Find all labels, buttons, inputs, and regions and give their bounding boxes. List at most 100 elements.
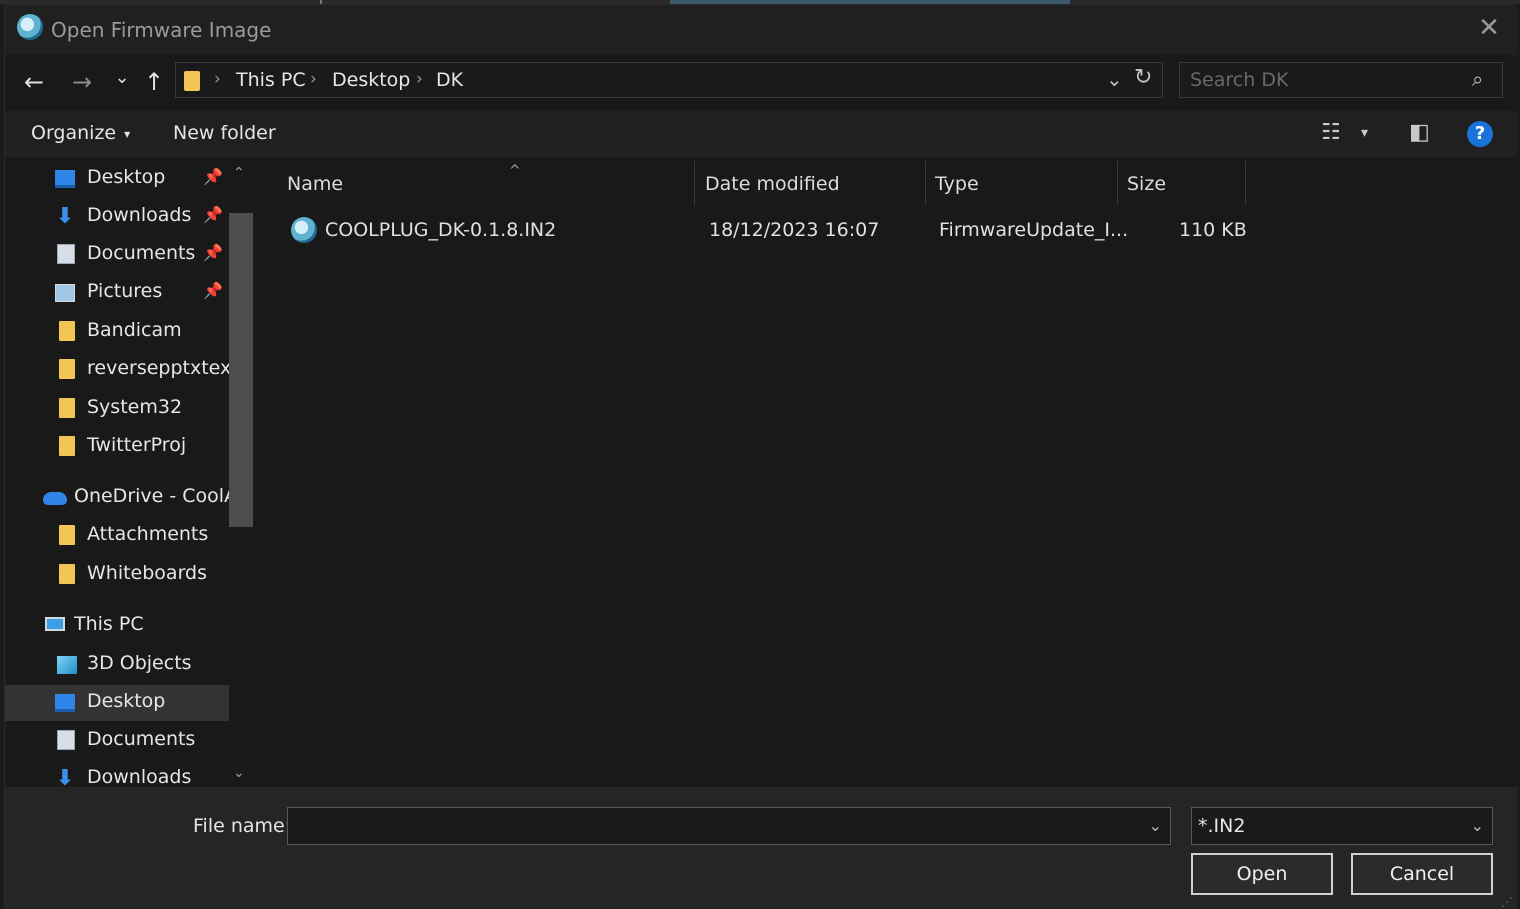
sidebar-item-label: Attachments — [87, 523, 209, 545]
folder-icon — [59, 359, 75, 379]
folder-icon — [59, 564, 75, 584]
file-name-combobox[interactable]: ⌄ — [287, 807, 1171, 845]
sidebar-item-label: This PC — [74, 613, 144, 635]
file-list: Name ^ Date modified Type Size COOLPLUG_… — [257, 157, 1517, 787]
breadcrumb-separator: › — [416, 69, 423, 89]
sidebar-item-whiteboards[interactable]: Whiteboards — [5, 557, 229, 593]
sidebar-item-bandicam[interactable]: Bandicam — [5, 314, 229, 350]
column-header-date-modified[interactable]: Date modified — [703, 167, 923, 207]
sidebar-item-3d-objects[interactable]: 3D Objects — [5, 647, 229, 683]
file-size-cell: 110 KB — [1179, 219, 1247, 241]
address-dropdown-icon[interactable]: ⌄ — [1106, 67, 1123, 91]
column-divider[interactable] — [1117, 161, 1118, 205]
title-bar: Open Firmware Image ✕ — [5, 5, 1517, 55]
sidebar-item-label: Downloads — [87, 766, 192, 787]
pin-icon: 📌 — [203, 243, 223, 262]
app-logo-icon — [17, 14, 43, 40]
pictures-icon — [55, 284, 75, 302]
back-arrow-icon[interactable]: ← — [19, 67, 49, 99]
file-type-filter-select[interactable]: *.IN2 ⌄ — [1191, 807, 1493, 845]
up-arrow-icon[interactable]: ↑ — [139, 67, 169, 99]
sidebar-item-label: Documents — [87, 242, 196, 264]
column-divider[interactable] — [694, 161, 695, 205]
sidebar-item-label: Documents — [87, 728, 196, 750]
recent-locations-chevron-icon[interactable]: ⌄ — [107, 63, 137, 95]
help-icon[interactable]: ? — [1467, 121, 1493, 147]
search-icon[interactable]: ⌕ — [1472, 67, 1483, 91]
sidebar-item-quick-downloads[interactable]: ⬇ Downloads 📌 — [5, 199, 229, 235]
sidebar-item-quick-pictures[interactable]: Pictures 📌 — [5, 275, 229, 311]
sidebar-item-attachments[interactable]: Attachments — [5, 518, 229, 554]
column-header-type[interactable]: Type — [933, 167, 1113, 207]
onedrive-icon — [43, 492, 67, 505]
sidebar-item-downloads[interactable]: ⬇ Downloads — [5, 761, 229, 787]
download-icon: ⬇ — [55, 204, 75, 229]
sidebar-item-onedrive[interactable]: OneDrive - CoolA — [5, 480, 237, 516]
address-bar[interactable]: › This PC › Desktop › DK ⌄ ↻ — [175, 62, 1163, 98]
new-folder-button[interactable]: New folder — [173, 122, 276, 144]
organize-label: Organize — [31, 122, 117, 144]
table-row[interactable]: COOLPLUG_DK-0.1.8.IN2 18/12/2023 16:07 F… — [281, 213, 1261, 249]
file-type-cell: FirmwareUpdate_I... — [939, 219, 1129, 241]
firmware-file-icon — [291, 217, 317, 243]
command-bar: Organize ▾ New folder ☷ ▾ ◧ ? — [5, 111, 1517, 157]
preview-pane-icon[interactable]: ◧ — [1409, 120, 1430, 145]
close-icon[interactable]: ✕ — [1473, 13, 1505, 45]
chevron-down-icon[interactable]: ⌄ — [1471, 816, 1484, 835]
sidebar-item-quick-documents[interactable]: Documents 📌 — [5, 237, 229, 273]
open-file-dialog: Open Firmware Image ✕ ← → ⌄ ↑ › This PC … — [4, 4, 1517, 909]
sidebar-item-label: reversepptxtext — [87, 357, 239, 379]
3d-objects-icon — [57, 656, 77, 674]
dialog-footer: File name: ⌄ *.IN2 ⌄ Open Cancel ⋰ — [5, 787, 1517, 909]
column-header-size[interactable]: Size — [1125, 167, 1245, 207]
sidebar-item-quick-desktop[interactable]: Desktop 📌 — [5, 161, 229, 197]
breadcrumb-desktop[interactable]: Desktop — [332, 69, 410, 91]
cancel-button[interactable]: Cancel — [1351, 853, 1493, 895]
sidebar-item-label: Pictures — [87, 280, 163, 302]
details-view-icon[interactable]: ☷ — [1321, 120, 1341, 145]
sidebar-item-documents[interactable]: Documents — [5, 723, 229, 759]
column-divider[interactable] — [925, 161, 926, 205]
open-button[interactable]: Open — [1191, 853, 1333, 895]
file-name-cell: COOLPLUG_DK-0.1.8.IN2 — [325, 219, 557, 241]
sort-ascending-icon: ^ — [509, 163, 521, 179]
chevron-down-icon[interactable]: ⌄ — [1149, 816, 1162, 835]
organize-button[interactable]: Organize ▾ — [31, 122, 130, 144]
column-header-label: Size — [1127, 173, 1167, 195]
sidebar-item-this-pc[interactable]: This PC — [5, 608, 229, 644]
sidebar-item-label: Bandicam — [87, 319, 182, 341]
download-icon: ⬇ — [55, 766, 75, 788]
search-input[interactable] — [1180, 63, 1470, 97]
scroll-down-icon[interactable]: ⌄ — [233, 765, 245, 781]
sidebar-item-label: TwitterProj — [87, 434, 187, 456]
refresh-icon[interactable]: ↻ — [1134, 65, 1152, 90]
sidebar-item-reversepptxtext[interactable]: reversepptxtext — [5, 352, 239, 388]
sidebar-item-twitterproj[interactable]: TwitterProj — [5, 429, 229, 465]
desktop-icon — [55, 170, 75, 188]
scroll-up-icon[interactable]: ⌃ — [233, 165, 245, 181]
breadcrumb-separator: › — [310, 69, 317, 89]
view-options-caret-icon[interactable]: ▾ — [1361, 125, 1368, 141]
sidebar-item-desktop[interactable]: Desktop — [5, 685, 229, 721]
column-divider[interactable] — [1245, 161, 1246, 205]
breadcrumb-dk[interactable]: DK — [436, 69, 463, 91]
breadcrumb-this-pc[interactable]: This PC — [236, 69, 306, 91]
desktop-icon — [55, 694, 75, 712]
sidebar-item-label: 3D Objects — [87, 652, 192, 674]
resize-grip-icon[interactable]: ⋰ — [1501, 895, 1513, 909]
sidebar-item-system32[interactable]: System32 — [5, 391, 229, 427]
documents-icon — [57, 244, 75, 264]
forward-arrow-icon[interactable]: → — [67, 67, 97, 99]
sidebar-scrollbar-thumb[interactable] — [229, 213, 253, 527]
file-type-filter-value: *.IN2 — [1198, 815, 1246, 837]
this-pc-icon — [45, 617, 65, 631]
search-box[interactable]: ⌕ — [1179, 62, 1503, 98]
file-name-input[interactable] — [288, 808, 1138, 844]
folder-icon — [59, 398, 75, 418]
pin-icon: 📌 — [203, 167, 223, 186]
documents-icon — [57, 730, 75, 750]
folder-icon — [59, 436, 75, 456]
window-title: Open Firmware Image — [51, 18, 272, 42]
navigation-pane: Desktop 📌 ⬇ Downloads 📌 Documents 📌 Pict… — [5, 157, 255, 787]
column-header-name[interactable]: Name ^ — [285, 163, 691, 207]
